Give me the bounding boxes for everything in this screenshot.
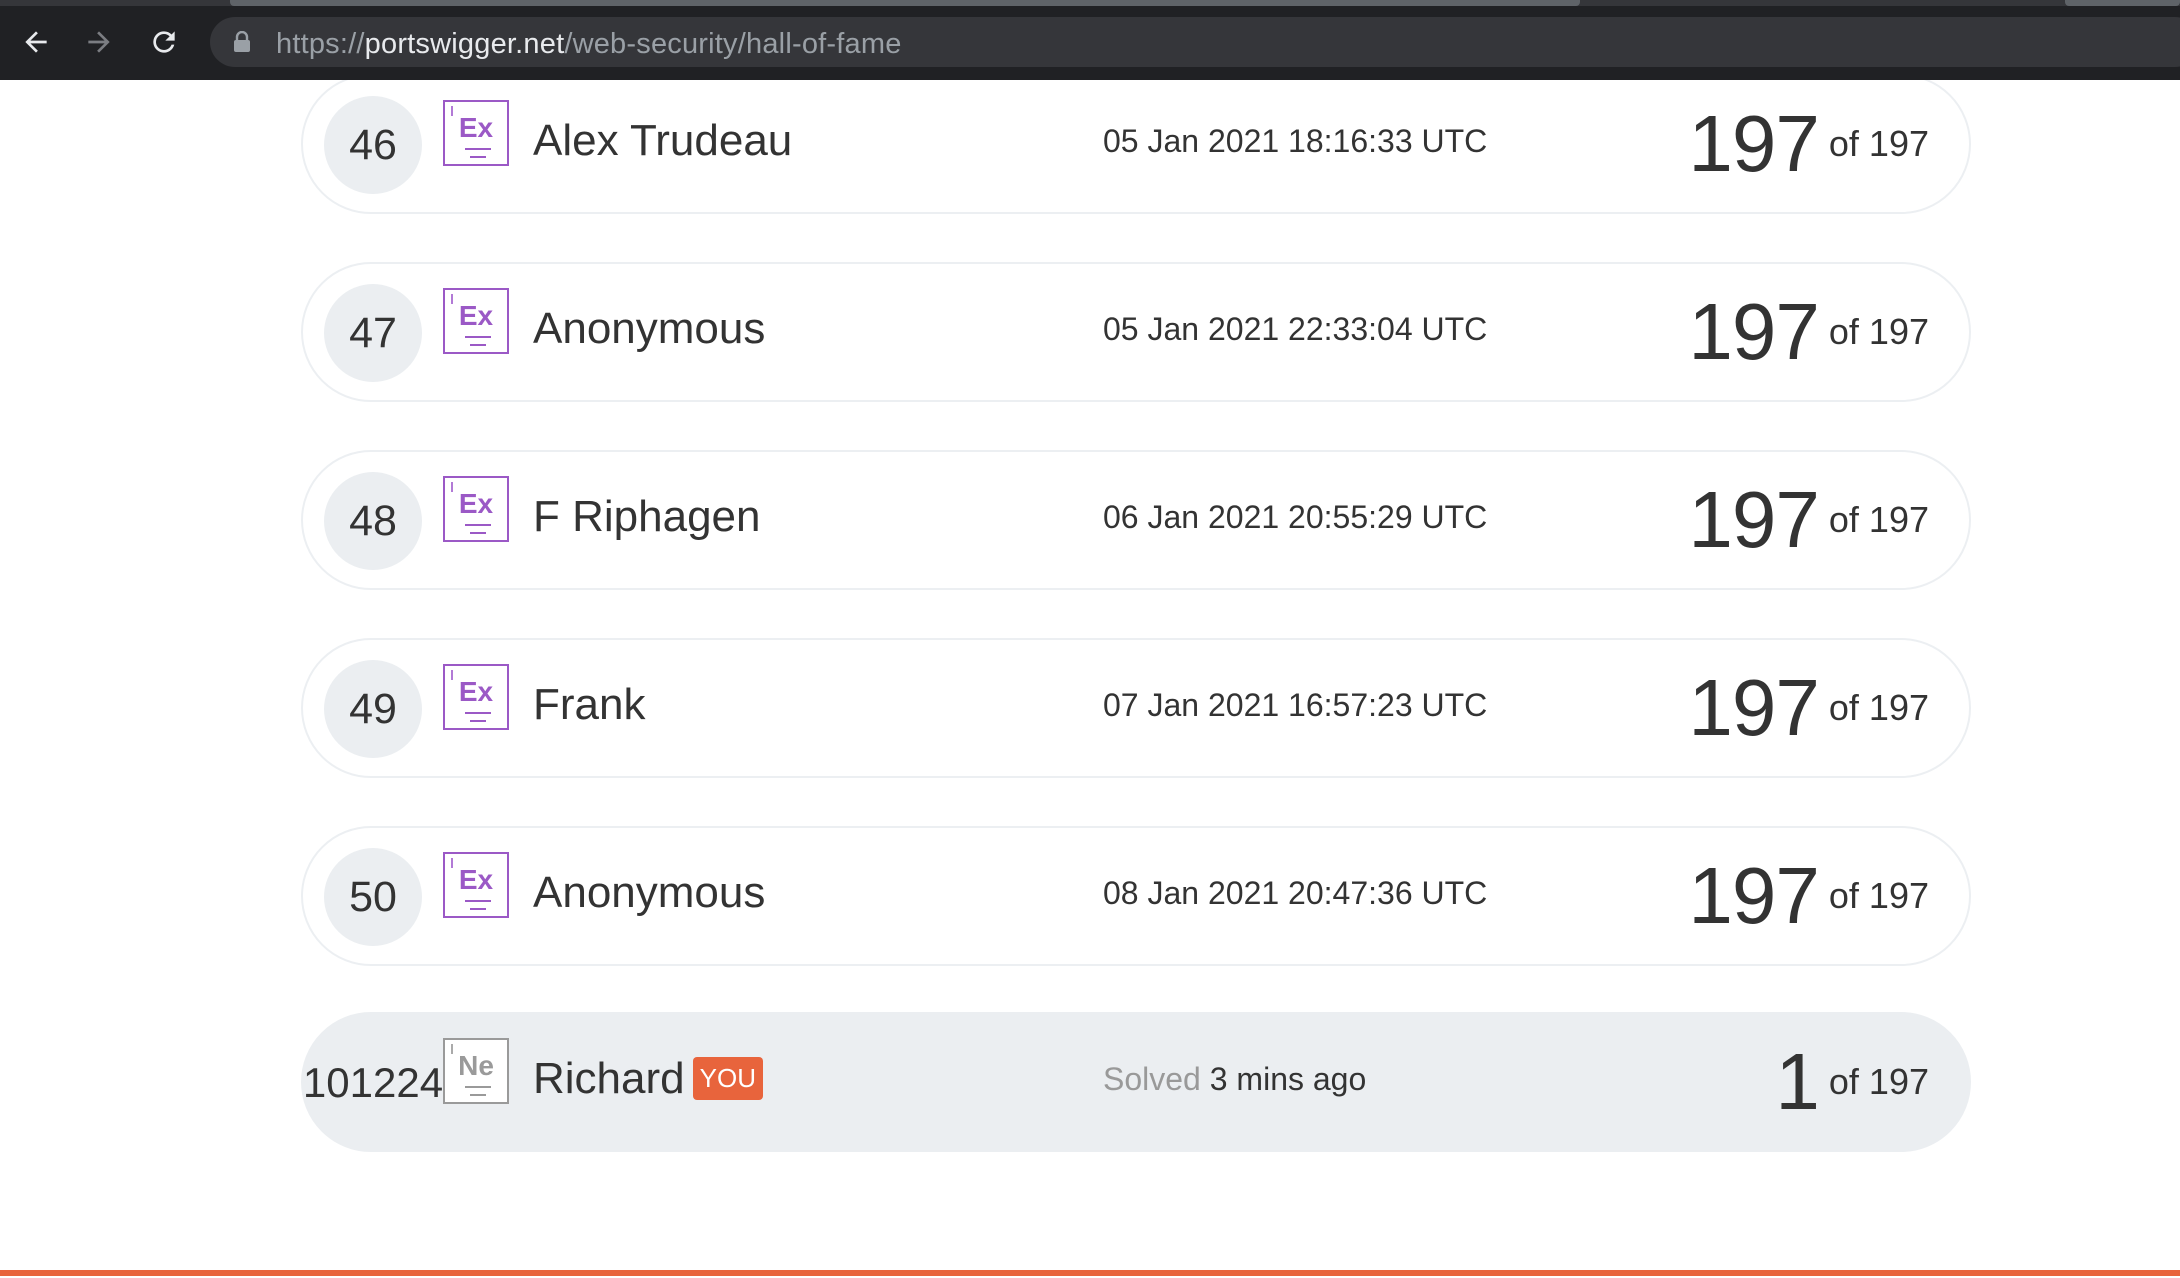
footer-divider (0, 1270, 2180, 1276)
reload-icon (153, 31, 175, 53)
score-value: 197 (1688, 99, 1819, 188)
user-name-text: Richard (533, 1054, 685, 1103)
user-name: F Riphagen (533, 492, 761, 541)
score-total: of 197 (1828, 123, 1929, 164)
user-name: Anonymous (533, 304, 766, 353)
expert-badge-icon: Ex (443, 100, 509, 166)
score-value: 197 (1688, 663, 1819, 752)
rank-number: 49 (324, 660, 422, 758)
score-value: 1 (1775, 1037, 1819, 1126)
novice-badge-icon: Ne (443, 1038, 509, 1104)
url-scheme: https:// (276, 28, 365, 60)
lock-icon (234, 31, 250, 52)
score-total: of 197 (1828, 687, 1929, 728)
reload-button[interactable] (144, 22, 184, 62)
user-name: Anonymous (533, 868, 766, 917)
address-bar[interactable]: https://portswigger.net/web-security/hal… (210, 17, 2180, 67)
current-user-row: 101224 Ne Richard YOU Solved 3 mins ago 1… (301, 1012, 1971, 1152)
leaderboard-row: 46 Ex Alex Trudeau 05 Jan 2021 18:16:33 … (301, 80, 1971, 214)
completion-date: 07 Jan 2021 16:57:23 UTC (1103, 687, 1488, 723)
tab[interactable] (230, 0, 1580, 6)
solved-label: Solved (1103, 1061, 1201, 1097)
user-name: Frank (533, 680, 646, 729)
score: 197 of 197 (1688, 286, 1929, 378)
expert-badge-icon: Ex (443, 476, 509, 542)
arrow-right-icon (88, 31, 110, 53)
hall-of-fame-list: 46 Ex Alex Trudeau 05 Jan 2021 18:16:33 … (0, 80, 2180, 1278)
expert-badge-icon: Ex (443, 664, 509, 730)
url-host: portswigger.net (364, 28, 565, 60)
leaderboard-row: 48 Ex F Riphagen 06 Jan 2021 20:55:29 UT… (301, 450, 1971, 590)
arrow-left-icon (25, 31, 47, 53)
score-total: of 197 (1828, 1061, 1929, 1102)
rank-number: 47 (324, 284, 422, 382)
score-total: of 197 (1828, 875, 1929, 916)
score-total: of 197 (1828, 499, 1929, 540)
completion-date: 08 Jan 2021 20:47:36 UTC (1103, 875, 1488, 911)
back-button[interactable] (16, 22, 56, 62)
you-badge: YOU (692, 1056, 763, 1100)
tab-strip (0, 0, 2180, 6)
completion-date: 05 Jan 2021 22:33:04 UTC (1103, 311, 1488, 347)
score-value: 197 (1688, 851, 1819, 940)
forward-button[interactable] (79, 22, 119, 62)
score-total: of 197 (1828, 311, 1929, 352)
user-name: Alex Trudeau (533, 116, 793, 165)
url-path: /web-security/hall-of-fame (564, 28, 902, 60)
score-value: 197 (1688, 287, 1819, 376)
rank-number: 48 (324, 472, 422, 570)
rank-number: 50 (324, 848, 422, 946)
solved-time: 3 mins ago (1209, 1061, 1367, 1097)
leaderboard-row: 47 Ex Anonymous 05 Jan 2021 22:33:04 UTC… (301, 262, 1971, 402)
leaderboard-row: 49 Ex Frank 07 Jan 2021 16:57:23 UTC 197… (301, 638, 1971, 778)
tab[interactable] (2065, 0, 2180, 6)
browser-toolbar: https://portswigger.net/web-security/hal… (0, 0, 2180, 80)
rank-number: 101224 (302, 1059, 444, 1106)
completion-date: 05 Jan 2021 18:16:33 UTC (1103, 123, 1488, 159)
solved-status: Solved 3 mins ago (1103, 1061, 1366, 1098)
score: 197 of 197 (1688, 662, 1929, 754)
leaderboard-row: 50 Ex Anonymous 08 Jan 2021 20:47:36 UTC… (301, 826, 1971, 966)
score-value: 197 (1688, 475, 1819, 564)
score: 1 of 197 (1775, 1036, 1929, 1128)
expert-badge-icon: Ex (443, 288, 509, 354)
expert-badge-icon: Ex (443, 852, 509, 918)
score: 197 of 197 (1688, 850, 1929, 942)
score: 197 of 197 (1688, 474, 1929, 566)
rank-number: 46 (324, 96, 422, 194)
score: 197 of 197 (1688, 98, 1929, 190)
user-name: Richard YOU (533, 1054, 763, 1104)
url-text[interactable]: https://portswigger.net/web-security/hal… (276, 28, 902, 61)
completion-date: 06 Jan 2021 20:55:29 UTC (1103, 499, 1488, 535)
